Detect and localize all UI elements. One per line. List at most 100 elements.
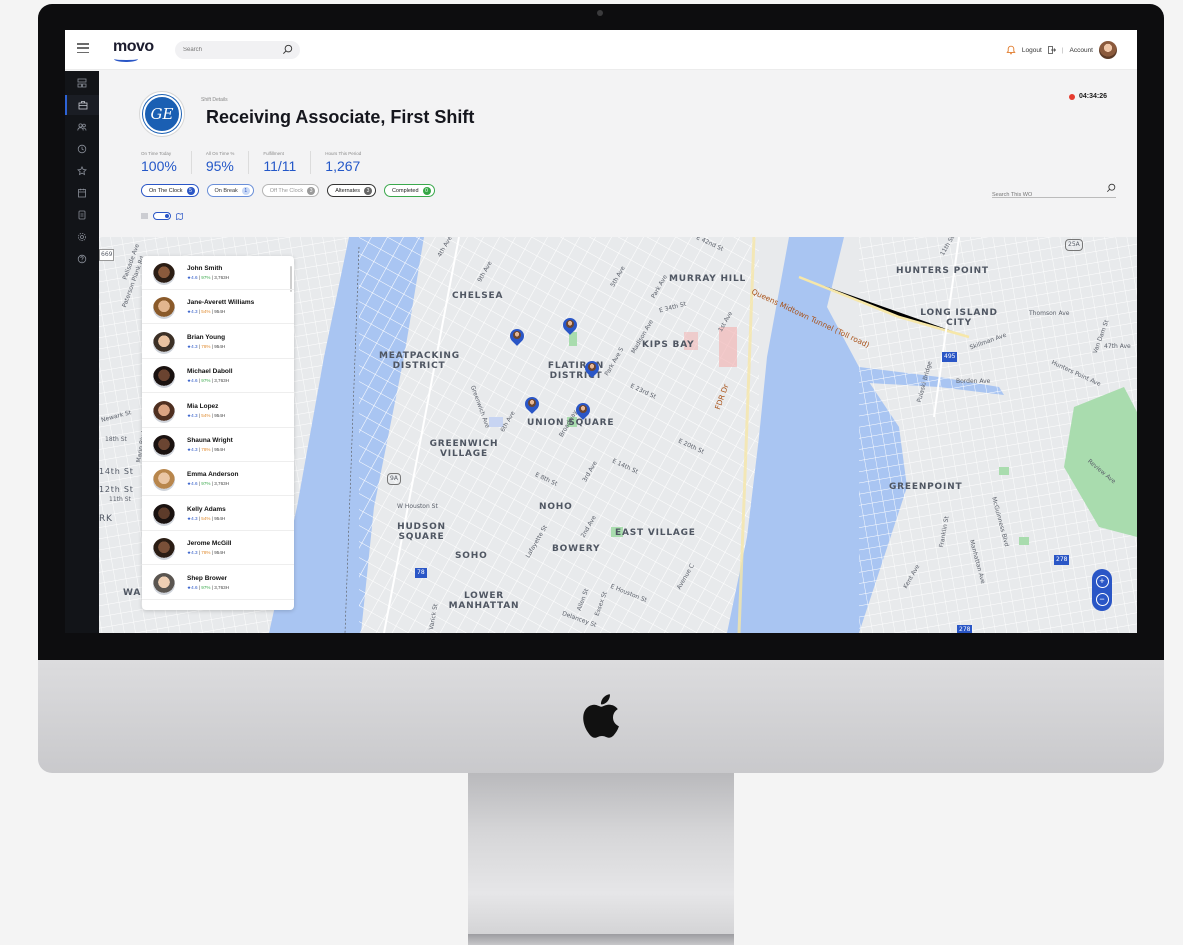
sidebar-item-schedule[interactable]	[65, 183, 99, 203]
stat-label: All On Time %	[205, 151, 235, 156]
worker-name: Michael Daboll	[187, 368, 233, 376]
calendar-icon	[78, 188, 86, 198]
worker-map-pin[interactable]	[573, 400, 593, 421]
worker-meta: ★4.3 | 78% | 954H	[187, 550, 225, 556]
filter-on-the-clock[interactable]: On The Clock 5	[141, 184, 199, 197]
worker-map-pin[interactable]	[522, 394, 542, 415]
stat-label: Fulfillment	[263, 151, 284, 156]
top-right-controls: Logout | Account	[1006, 41, 1117, 59]
worker-avatar	[153, 503, 175, 526]
zoom-out-button[interactable]: −	[1095, 592, 1109, 606]
timer-value: 04:34:26	[1078, 93, 1107, 100]
filter-count-badge: 1	[241, 186, 250, 195]
shift-caption: Shift Details	[201, 97, 228, 103]
worker-list-item[interactable]: Shep Brower ★4.6 | 97% | 3,763H	[142, 566, 294, 600]
worker-list-item[interactable]: Michael Daboll ★4.6 | 97% | 3,763H	[142, 359, 294, 394]
worker-rating: ★4.3	[187, 550, 198, 556]
street-label: Thomson Ave	[1029, 310, 1070, 317]
worker-list-item[interactable]: Mia Lopez ★4.3 | 54% | 954H	[142, 394, 294, 428]
brand-logo[interactable]: movo	[113, 38, 154, 56]
worker-map-pin[interactable]	[560, 315, 580, 336]
highway-shield: 278	[1054, 555, 1070, 565]
worker-meta: ★4.6 | 97% | 3,763H	[187, 275, 229, 281]
zoom-in-button[interactable]: +	[1095, 574, 1109, 588]
worker-name: Kelly Adams	[187, 505, 226, 513]
worker-list-item[interactable]: Emma Anderson ★4.6 | 97% | 3,763H	[142, 462, 294, 497]
sidebar-item-help[interactable]	[65, 249, 99, 269]
worker-avatar	[153, 538, 175, 561]
map-view-icon[interactable]	[176, 212, 183, 220]
worker-rating: ★4.6	[187, 275, 198, 280]
worker-list-item[interactable]: Brian Young ★4.3 | 78% | 954H	[142, 325, 294, 359]
street-label: 47th Ave	[1104, 343, 1131, 350]
worker-meta: ★4.3 | 78% | 954H	[187, 447, 225, 453]
user-avatar[interactable]	[1099, 41, 1117, 59]
map-label: WA	[123, 588, 142, 598]
map-label: NOHO	[539, 502, 573, 512]
worker-map-pin[interactable]	[582, 358, 602, 379]
worker-name: Shep Brower	[187, 574, 228, 582]
help-icon	[77, 254, 87, 264]
account-link[interactable]: Account	[1070, 47, 1094, 54]
work-order-search-input[interactable]	[992, 192, 1092, 198]
street-label: W Houston St	[397, 503, 438, 510]
highway-shield: 25A	[1065, 239, 1083, 251]
worker-map-pin[interactable]	[507, 326, 527, 347]
sidebar-item-people[interactable]	[65, 117, 99, 137]
document-icon	[78, 210, 86, 220]
worker-meta: ★4.6 | 97% | 3,763H	[187, 481, 229, 487]
worker-avatar	[153, 297, 175, 320]
worker-list-item[interactable]: Kelly Adams ★4.3 | 54% | 954H	[142, 497, 294, 531]
worker-name: Brian Young	[187, 333, 226, 341]
worker-list-item[interactable]: Shauna Wright ★4.3 | 78% | 954H	[142, 428, 294, 462]
map-label: EAST VILLAGE	[615, 528, 696, 538]
map-label: SOHO	[455, 551, 488, 561]
bell-icon[interactable]	[1006, 45, 1016, 55]
ge-logo-mark: GE	[143, 95, 181, 133]
search-bar[interactable]	[175, 41, 300, 59]
worker-hours: 954H	[214, 343, 226, 349]
list-view-icon[interactable]	[141, 213, 148, 219]
filter-count-badge: 0	[422, 186, 431, 195]
search-icon[interactable]	[1106, 183, 1116, 193]
logout-icon[interactable]	[1047, 46, 1056, 54]
worker-list-item[interactable]: John Smith ★4.6 | 97% | 3,763H	[142, 256, 294, 290]
worker-rating: ★4.6	[187, 378, 198, 384]
worker-avatar	[153, 331, 175, 354]
stat-label: On Time Today	[141, 151, 172, 156]
sidebar-item-dashboard[interactable]	[65, 73, 99, 93]
worker-list-item[interactable]: Jane-Averett Williams ★4.3 | 54% | 954H	[142, 290, 294, 325]
worker-meta: ★4.6 | 97% | 3,763H	[187, 585, 229, 591]
filter-alternates[interactable]: Alternates 3	[327, 184, 376, 197]
worker-hours: 954H	[214, 447, 226, 452]
search-icon[interactable]	[282, 44, 293, 55]
filter-off-the-clock[interactable]: Off The Clock 3	[261, 184, 320, 197]
imac-mockup: movo Logout | Account	[0, 0, 1183, 945]
hamburger-menu-icon[interactable]	[77, 43, 89, 53]
work-order-search[interactable]	[992, 183, 1116, 198]
worker-rating: ★4.3	[187, 412, 198, 418]
stat-on-time-today: On Time Today 100%	[141, 151, 192, 174]
worker-name: Shauna Wright	[187, 437, 233, 444]
sidebar-item-favorites[interactable]	[65, 161, 99, 181]
separator: |	[1061, 46, 1064, 54]
sidebar-item-documents[interactable]	[65, 205, 99, 225]
street-label: RK	[99, 514, 113, 524]
sidebar-item-settings[interactable]	[65, 227, 99, 247]
stat-value: 95%	[205, 158, 234, 174]
worker-avatar	[153, 400, 175, 423]
map-view-toggle[interactable]	[153, 212, 171, 220]
filter-completed[interactable]: Completed 0	[383, 184, 435, 197]
worker-hours: 954H	[214, 550, 226, 556]
sidebar-item-jobs[interactable]	[65, 95, 99, 115]
worker-meta: ★4.3 | 54% | 954H	[187, 516, 225, 522]
filter-count-badge: 5	[186, 186, 195, 195]
worker-list-item[interactable]: Jerome McGill ★4.3 | 78% | 954H	[142, 531, 294, 566]
map-label: HUDSON SQUARE	[397, 522, 446, 542]
worker-hours: 3,763H	[214, 481, 230, 487]
filter-label: Off The Clock	[269, 187, 304, 194]
sidebar-item-history[interactable]	[65, 139, 99, 159]
filter-on-break[interactable]: On Break 1	[206, 184, 254, 197]
logout-link[interactable]: Logout	[1022, 47, 1042, 54]
search-input[interactable]	[183, 43, 278, 57]
